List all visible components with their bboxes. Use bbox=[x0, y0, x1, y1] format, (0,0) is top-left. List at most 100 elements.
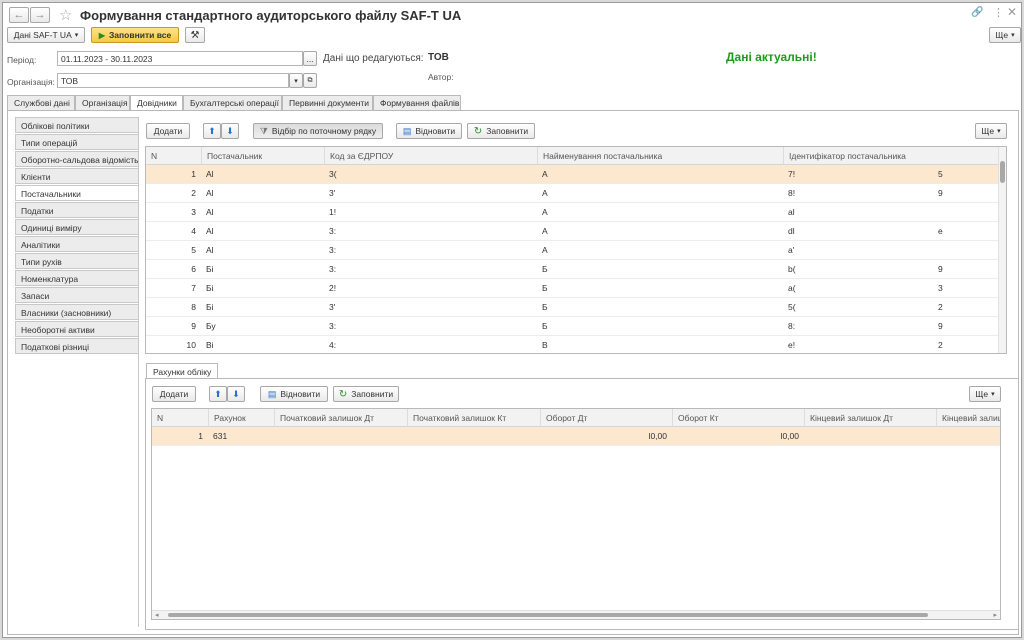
filter-current-row-button[interactable]: ⧩ Відбір по поточному рядку bbox=[253, 123, 383, 139]
table-row[interactable]: 1 631 l0,00 l0,00 bbox=[152, 427, 1000, 446]
period-field[interactable]: 01.11.2023 - 30.11.2023 bbox=[57, 51, 303, 66]
col-account[interactable]: Рахунок bbox=[208, 409, 274, 427]
table-header: N Постачальник Код за ЄДРПОУ Найменуванн… bbox=[146, 147, 1006, 165]
table-row[interactable]: 6 Бі 3: Бb(9 bbox=[146, 260, 1006, 279]
tab-organization[interactable]: Організація bbox=[75, 95, 130, 110]
org-field[interactable]: ТОВ bbox=[57, 73, 289, 88]
forward-button[interactable]: → bbox=[30, 7, 50, 23]
table-row[interactable]: 4 Al 3: Аdl e bbox=[146, 222, 1006, 241]
col-turnover-kt[interactable]: Оборот Кт bbox=[672, 409, 804, 427]
table-cell: 2 bbox=[938, 302, 943, 312]
table-row[interactable]: 1 Al 3(А 7! 5 bbox=[146, 165, 1006, 184]
table-cell: А bbox=[542, 245, 548, 255]
arrow-right-icon: → bbox=[34, 9, 46, 21]
suppliers-table: N Постачальник Код за ЄДРПОУ Найменуванн… bbox=[145, 146, 1007, 354]
sidebar-item[interactable]: Податки bbox=[15, 202, 139, 218]
scroll-right-icon[interactable]: ▸ bbox=[993, 611, 997, 619]
table-cell: a' bbox=[788, 245, 795, 255]
upper-more-button[interactable]: Ще ▾ bbox=[975, 123, 1007, 139]
more-button[interactable]: Ще ▾ bbox=[989, 27, 1021, 43]
sidebar-item[interactable]: Аналітики bbox=[15, 236, 139, 252]
table-cell: 2! bbox=[329, 283, 337, 293]
link-icon[interactable]: 🔗 bbox=[971, 7, 983, 18]
scrollbar-thumb[interactable] bbox=[168, 613, 928, 617]
sidebar-item[interactable]: Запаси bbox=[15, 287, 139, 303]
col-closing-dt[interactable]: Кінцевий залишок Дт bbox=[804, 409, 936, 427]
fill-button[interactable]: ↻ Заповнити bbox=[467, 123, 535, 139]
sidebar-item[interactable]: Необоротні активи bbox=[15, 321, 139, 337]
table-cell: Б bbox=[542, 302, 548, 312]
sidebar-item-suppliers[interactable]: Постачальники bbox=[15, 185, 139, 201]
org-open-button[interactable]: ⧉ bbox=[303, 73, 317, 88]
table-cell: 3' bbox=[329, 302, 336, 312]
more-vert-icon[interactable]: ⋮ bbox=[993, 6, 1004, 19]
table-row[interactable]: 7 Бі 2! Бa(3 bbox=[146, 279, 1006, 298]
tab-directories[interactable]: Довідники bbox=[130, 95, 183, 111]
col-turnover-dt[interactable]: Оборот Дт bbox=[540, 409, 672, 427]
tab-accounts[interactable]: Рахунки обліку bbox=[146, 363, 219, 379]
sidebar-item[interactable]: Власники (засновники) bbox=[15, 304, 139, 320]
link-icon: ⧉ bbox=[307, 76, 313, 84]
arrow-up-icon: ⬆ bbox=[208, 125, 216, 136]
sidebar-item[interactable]: Клієнти bbox=[15, 168, 139, 184]
col-closing-kt[interactable]: Кінцевий залиш bbox=[936, 409, 1000, 427]
col-supplier-id[interactable]: Ідентифікатор постачальника bbox=[783, 147, 999, 165]
accounts-table: N Рахунок Початковий залишок Дт Початков… bbox=[151, 408, 1001, 620]
lower-move-down-button[interactable]: ⬇ bbox=[227, 386, 245, 402]
col-opening-kt[interactable]: Початковий залишок Кт bbox=[407, 409, 540, 427]
add-button[interactable]: Додати bbox=[146, 123, 190, 139]
horizontal-scrollbar[interactable]: ◂ ▸ bbox=[152, 610, 1000, 619]
main-window: ← → ☆ Формування стандартного аудиторськ… bbox=[2, 2, 1022, 638]
lower-refresh-button[interactable]: ▤ Відновити bbox=[260, 386, 328, 402]
tab-accounting-operations[interactable]: Бухгалтерські операції bbox=[183, 95, 282, 110]
table-row[interactable]: 5 Al 3: Аa' bbox=[146, 241, 1006, 260]
sidebar-item[interactable]: Типи рухів bbox=[15, 253, 139, 269]
col-n[interactable]: N bbox=[152, 409, 208, 427]
move-down-button[interactable]: ⬇ bbox=[221, 123, 239, 139]
col-supplier-name[interactable]: Найменування постачальника bbox=[537, 147, 783, 165]
tools-button[interactable]: ⚒ bbox=[185, 27, 205, 43]
lower-move-up-button[interactable]: ⬆ bbox=[209, 386, 227, 402]
table-cell: 3 bbox=[938, 283, 943, 293]
sidebar-item[interactable]: Облікові політики bbox=[15, 117, 139, 133]
table-cell: b( bbox=[788, 264, 796, 274]
data-menu-button[interactable]: Дані SAF-T UA ▾ bbox=[7, 27, 85, 43]
col-edrpou[interactable]: Код за ЄДРПОУ bbox=[324, 147, 537, 165]
refresh-button[interactable]: ▤ Відновити bbox=[396, 123, 462, 139]
col-supplier[interactable]: Постачальник bbox=[201, 147, 324, 165]
table-row[interactable]: 8 Бі 3' Б 5(2 bbox=[146, 298, 1006, 317]
table-cell: 9 bbox=[191, 321, 196, 331]
org-dropdown-button[interactable]: ▾ bbox=[289, 73, 303, 88]
table-row[interactable]: 10 Ві 4: Вe! 2 bbox=[146, 336, 1006, 353]
tab-file-generation[interactable]: Формування файлів bbox=[373, 95, 461, 110]
more-label: Ще bbox=[981, 126, 995, 136]
table-cell: Б bbox=[542, 283, 548, 293]
star-icon[interactable]: ☆ bbox=[59, 6, 72, 24]
lower-more-button[interactable]: Ще ▾ bbox=[969, 386, 1001, 402]
scrollbar-thumb[interactable] bbox=[1000, 161, 1005, 183]
lower-fill-button[interactable]: ↻ Заповнити bbox=[333, 386, 399, 402]
move-up-button[interactable]: ⬆ bbox=[203, 123, 221, 139]
close-icon[interactable]: ✕ bbox=[1007, 5, 1017, 19]
vertical-scrollbar[interactable] bbox=[998, 147, 1006, 353]
tab-primary-documents[interactable]: Первинні документи bbox=[282, 95, 373, 110]
refresh-label: Відновити bbox=[280, 389, 321, 399]
sidebar-item[interactable]: Оборотно-сальдова відомість bbox=[15, 151, 139, 167]
table-row[interactable]: 9 Бу 3: Б 8: 9 bbox=[146, 317, 1006, 336]
fill-all-button[interactable]: ▶ Заповнити все bbox=[91, 27, 179, 43]
lower-add-button[interactable]: Додати bbox=[152, 386, 196, 402]
col-opening-dt[interactable]: Початковий залишок Дт bbox=[274, 409, 407, 427]
chevron-down-icon: ▾ bbox=[74, 32, 79, 39]
sidebar-item[interactable]: Одиниці виміру bbox=[15, 219, 139, 235]
col-n[interactable]: N bbox=[146, 147, 201, 165]
table-row[interactable]: 3 Al 1! Аal bbox=[146, 203, 1006, 222]
back-button[interactable]: ← bbox=[9, 7, 29, 23]
table-cell: l0,00 bbox=[780, 431, 799, 441]
sidebar-item[interactable]: Номенклатура bbox=[15, 270, 139, 286]
table-row[interactable]: 2 Al 3' А 8! 9 bbox=[146, 184, 1006, 203]
sidebar-item[interactable]: Податкові різниці bbox=[15, 338, 139, 354]
period-select-button[interactable]: ... bbox=[303, 51, 317, 66]
scroll-left-icon[interactable]: ◂ bbox=[155, 611, 159, 619]
tab-service-data[interactable]: Службові дані bbox=[7, 95, 75, 110]
sidebar-item[interactable]: Типи операцій bbox=[15, 134, 139, 150]
